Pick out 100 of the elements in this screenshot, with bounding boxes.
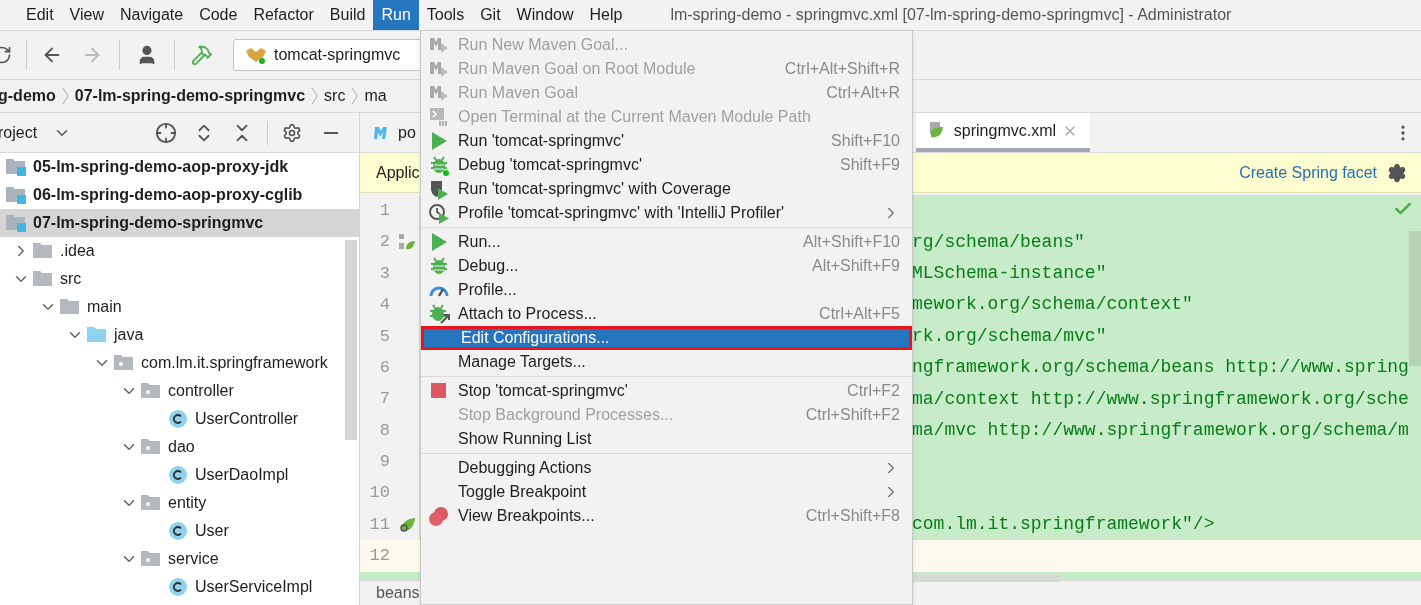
- scrollbar[interactable]: [912, 573, 1060, 582]
- tree-row[interactable]: java: [0, 321, 359, 349]
- menu-item[interactable]: Debug... Alt+Shift+F9: [421, 254, 912, 278]
- scrollbar[interactable]: [1409, 231, 1421, 366]
- breadcrumb-item[interactable]: beans: [376, 581, 420, 605]
- line-number: 1: [378, 199, 390, 222]
- code-text: com.lm.it.springframework"/>: [912, 513, 1215, 537]
- menu-item-label: Run...: [458, 232, 501, 252]
- menu-item-label: Show Running List: [458, 429, 592, 449]
- tree-row[interactable]: 06-lm-spring-demo-aop-proxy-cglib: [0, 181, 359, 209]
- menu-item[interactable]: Attach to Process... Ctrl+Alt+F5: [421, 302, 912, 326]
- spring-search-icon: [398, 515, 416, 534]
- menu-bar-item[interactable]: Navigate: [111, 0, 192, 30]
- tree-row[interactable]: com.lm.it.springframework: [0, 349, 359, 377]
- menu-bar-item[interactable]: Refactor: [245, 0, 322, 30]
- tree-row[interactable]: entity: [0, 489, 359, 517]
- menu-bar-item[interactable]: Build: [321, 0, 374, 30]
- menu-item[interactable]: Edit Configurations...: [421, 326, 912, 350]
- separator-icon: [311, 87, 319, 105]
- menu-item-label: View Breakpoints...: [458, 506, 595, 526]
- shortcut-label: Shift+F9: [839, 155, 900, 175]
- module-folder-icon: [5, 157, 27, 177]
- shortcut-label: Shift+F10: [831, 131, 900, 151]
- menu-item[interactable]: Show Running List: [421, 427, 912, 451]
- tree-row[interactable]: User: [0, 517, 359, 545]
- tree-row[interactable]: controller: [0, 377, 359, 405]
- breadcrumb-item[interactable]: ma: [362, 84, 389, 108]
- menu-bar-item[interactable]: Window: [508, 0, 582, 30]
- beans-icon: [398, 233, 416, 252]
- menu-bar-item[interactable]: Edit: [18, 0, 62, 30]
- tree-row[interactable]: main: [0, 293, 359, 321]
- terminal-icon: [428, 106, 450, 128]
- code-text: MLSchema-instance": [912, 261, 1107, 285]
- shortcut-label: Ctrl+F2: [847, 381, 900, 401]
- tree-label: com.lm.it.springframework: [141, 353, 328, 373]
- package-folder-icon: [113, 353, 135, 373]
- tree-label: User: [195, 521, 229, 541]
- breakpoints-icon: [428, 505, 450, 527]
- menu-item[interactable]: Toggle Breakpoint: [421, 480, 912, 504]
- tree-row[interactable]: UserDaoImpl: [0, 461, 359, 489]
- breadcrumb-item[interactable]: 07-lm-spring-demo-springmvc: [72, 84, 308, 108]
- menu-bar-item[interactable]: Help: [581, 0, 631, 30]
- tree-label: dao: [168, 437, 195, 457]
- settings-icon[interactable]: [1387, 162, 1407, 183]
- menu-item-label: Attach to Process...: [458, 304, 597, 324]
- tree-row[interactable]: 07-lm-spring-demo-springmvc: [0, 209, 359, 237]
- shortcut-label: Ctrl+Alt+F5: [819, 304, 900, 324]
- tree-row[interactable]: service: [0, 545, 359, 573]
- line-number: 4: [378, 294, 390, 317]
- menu-item[interactable]: Manage Targets...: [421, 350, 912, 374]
- clock-play-icon: [428, 202, 450, 224]
- locate-icon[interactable]: [155, 121, 178, 144]
- package-folder-icon: [140, 493, 162, 513]
- menu-item[interactable]: Profile 'tomcat-springmvc' with 'IntelliJ Profiler': [421, 201, 912, 225]
- tree-row[interactable]: UserServiceImpl: [0, 573, 359, 601]
- menu-item-label: Debug...: [458, 256, 519, 276]
- tab-label: springmvc.xml: [953, 120, 1057, 141]
- line-number: 9: [378, 451, 390, 474]
- menu-item[interactable]: Run... Alt+Shift+F10: [421, 230, 912, 254]
- menu-item[interactable]: Stop 'tomcat-springmvc' Ctrl+F2: [421, 379, 912, 403]
- menu-item-label: Stop Background Processes...: [458, 405, 674, 425]
- menu-item[interactable]: Debugging Actions: [421, 456, 912, 480]
- tree-row[interactable]: dao: [0, 433, 359, 461]
- menu-bar-item[interactable]: View: [61, 0, 112, 30]
- line-number: 7: [378, 388, 390, 411]
- class-icon: [167, 577, 189, 597]
- settings-icon[interactable]: [282, 122, 303, 143]
- folder-icon: [32, 241, 54, 261]
- menu-item-label: Stop 'tomcat-springmvc': [458, 381, 628, 401]
- menu-item[interactable]: Debug 'tomcat-springmvc' Shift+F9: [421, 153, 912, 177]
- shortcut-label: Ctrl+Alt+Shift+R: [784, 59, 900, 79]
- separator-icon: [351, 87, 359, 105]
- menu-item[interactable]: View Breakpoints... Ctrl+Shift+F8: [421, 504, 912, 528]
- tree-row[interactable]: .idea: [0, 237, 359, 265]
- create-facet-link[interactable]: Create Spring facet: [1239, 160, 1377, 185]
- line-number: 5: [378, 325, 390, 348]
- line-number: 12: [368, 545, 390, 568]
- class-icon: [167, 521, 189, 541]
- tree-label: UserController: [195, 409, 299, 429]
- breadcrumb-item[interactable]: src: [322, 84, 348, 108]
- module-folder-icon: [5, 213, 27, 233]
- tree-row[interactable]: UserController: [0, 405, 359, 433]
- package-folder-icon: [140, 437, 162, 457]
- tree-label: 06-lm-spring-demo-aop-proxy-cglib: [33, 185, 303, 205]
- scrollbar[interactable]: [345, 240, 357, 440]
- shortcut-label: Alt+Shift+F9: [811, 256, 900, 276]
- tree-row[interactable]: 05-lm-spring-demo-aop-proxy-jdk: [0, 153, 359, 181]
- menu-bar-item[interactable]: Code: [191, 0, 246, 30]
- menu-item[interactable]: Run 'tomcat-springmvc' with Coverage: [421, 177, 912, 201]
- line-number: 8: [378, 419, 390, 442]
- menu-bar-item[interactable]: Tools: [418, 0, 473, 30]
- tree-label: .idea: [60, 241, 95, 261]
- tree-label: src: [60, 269, 82, 289]
- editor-tab[interactable]: springmvc.xml: [915, 113, 1091, 152]
- tree-label: controller: [168, 381, 234, 401]
- menu-item[interactable]: Profile...: [421, 278, 912, 302]
- tree-row[interactable]: src: [0, 265, 359, 293]
- menu-item-label: Debugging Actions: [458, 458, 592, 478]
- menu-bar-item[interactable]: Git: [472, 0, 509, 30]
- menu-bar-item[interactable]: Run: [373, 0, 419, 30]
